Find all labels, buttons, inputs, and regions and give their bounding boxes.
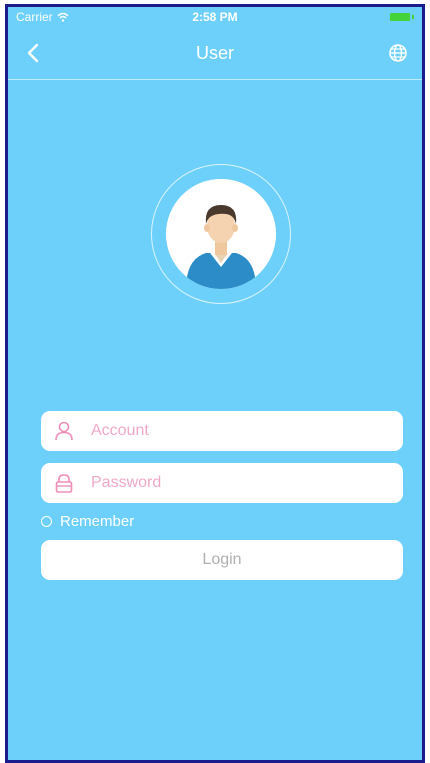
remember-toggle[interactable]: Remember	[41, 513, 134, 530]
password-input[interactable]	[91, 463, 391, 503]
status-time: 2:58 PM	[192, 10, 238, 24]
login-button[interactable]: Login	[41, 540, 403, 580]
lock-icon	[55, 474, 73, 493]
globe-icon[interactable]	[386, 41, 410, 65]
remember-radio[interactable]	[41, 516, 52, 527]
user-outline-icon	[55, 421, 73, 441]
password-field[interactable]	[41, 463, 403, 503]
account-input[interactable]	[91, 411, 391, 451]
navigation-bar: User	[8, 27, 422, 80]
battery-icon	[390, 13, 410, 21]
battery-tip	[412, 15, 414, 19]
account-field[interactable]	[41, 411, 403, 451]
status-bar: Carrier 2:58 PM	[8, 7, 422, 27]
user-avatar-icon	[166, 179, 276, 289]
remember-label: Remember	[60, 513, 135, 530]
avatar[interactable]	[166, 179, 276, 289]
page-title: User	[195, 43, 234, 63]
app-screen: Carrier 2:58 PM User Account Remember Lo…	[5, 4, 425, 763]
